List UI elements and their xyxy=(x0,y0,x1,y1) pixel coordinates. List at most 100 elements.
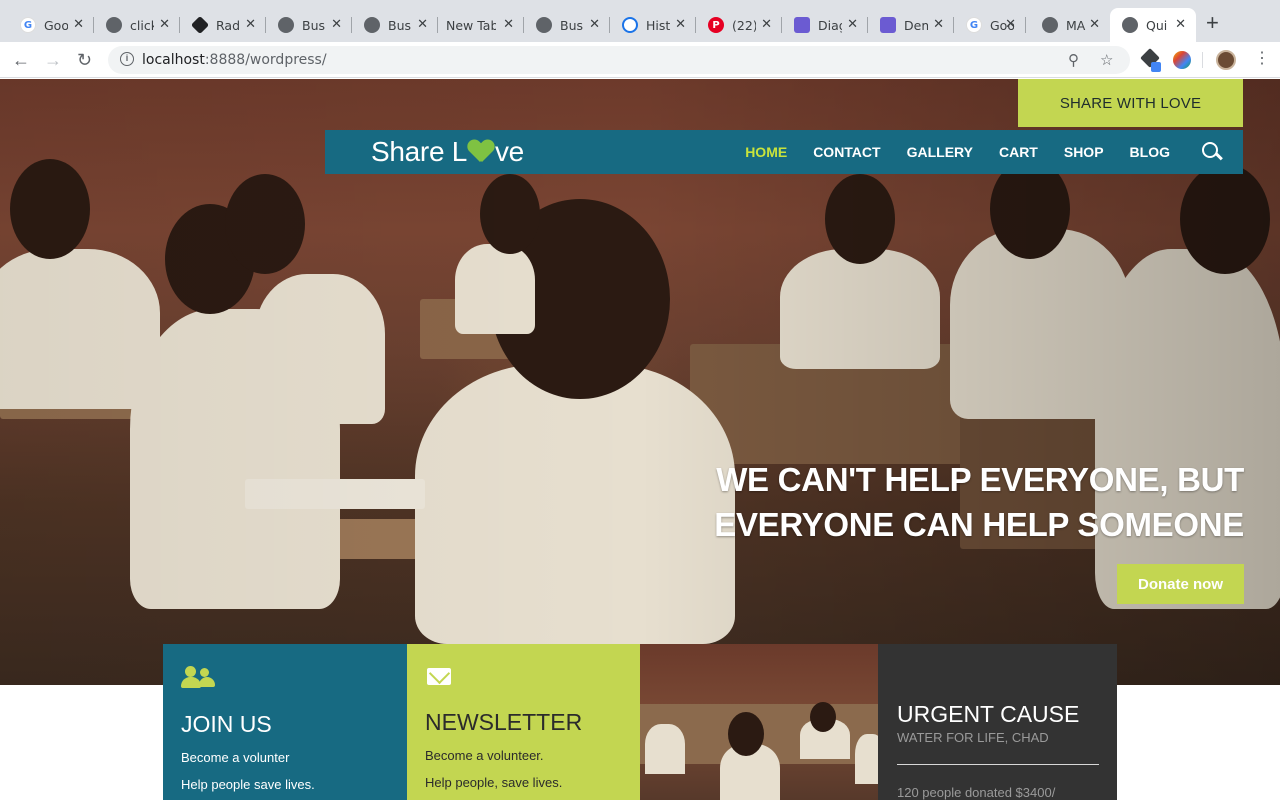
nav-cart[interactable]: CART xyxy=(986,144,1051,160)
back-arrow-icon[interactable]: ← xyxy=(12,50,30,70)
join-us-title: JOIN US xyxy=(181,711,272,737)
close-tab-icon[interactable]: ✕ xyxy=(589,17,600,32)
browser-tab-strip: G Goo ✕ click ✕ Rad ✕ Bus ✕ Bus ✕ New Ta… xyxy=(0,0,1280,42)
google-icon: G xyxy=(20,17,36,33)
close-tab-icon[interactable]: ✕ xyxy=(933,17,944,32)
zoom-icon[interactable]: ⚲ xyxy=(1068,51,1079,69)
history-icon xyxy=(622,17,638,33)
browser-tab[interactable]: Hist ✕ xyxy=(610,8,696,42)
browser-tab[interactable]: G Goo ✕ xyxy=(954,8,1026,42)
browser-tab[interactable]: G Goo ✕ xyxy=(8,8,94,42)
close-tab-icon[interactable]: ✕ xyxy=(1005,17,1016,32)
nav-blog[interactable]: BLOG xyxy=(1117,144,1183,160)
tab-title: Qui xyxy=(1146,17,1168,33)
tab-title: Goo xyxy=(44,17,68,33)
hero-headline: WE CAN'T HELP EVERYONE, BUT EVERYONE CAN… xyxy=(684,457,1244,547)
logo-text-end: ve xyxy=(494,136,524,167)
nav-gallery[interactable]: GALLERY xyxy=(894,144,986,160)
join-us-text-2: Help people save lives. xyxy=(181,777,315,792)
close-tab-icon[interactable]: ✕ xyxy=(159,17,170,32)
menu-kebab-icon[interactable]: ⋮ xyxy=(1254,50,1270,68)
extension-color-icon[interactable] xyxy=(1173,51,1191,69)
newsletter-text-1: Become a volunteer. xyxy=(425,748,544,763)
browser-tab[interactable]: MA ✕ xyxy=(1030,8,1110,42)
close-tab-icon[interactable]: ✕ xyxy=(73,17,84,32)
browser-tab[interactable]: click ✕ xyxy=(94,8,180,42)
nav-contact[interactable]: CONTACT xyxy=(800,144,893,160)
envelope-icon xyxy=(427,668,451,685)
url-text[interactable]: localhost:8888/wordpress/ xyxy=(142,52,327,68)
search-icon[interactable] xyxy=(1189,130,1233,174)
globe-icon xyxy=(106,17,122,33)
browser-tab[interactable]: Bus ✕ xyxy=(266,8,352,42)
newsletter-text-2: Help people, save lives. xyxy=(425,775,563,790)
newsletter-title: NEWSLETTER xyxy=(425,709,583,735)
tab-title: Hist xyxy=(646,17,670,33)
browser-tab[interactable]: Bus ✕ xyxy=(524,8,610,42)
globe-icon xyxy=(364,17,380,33)
headline-line-2: EVERYONE CAN HELP SOMEONE xyxy=(714,506,1244,543)
browser-tab[interactable]: Diag ✕ xyxy=(782,8,868,42)
radix-icon xyxy=(190,15,210,35)
heart-icon xyxy=(468,140,494,164)
tab-title: Diag xyxy=(818,17,842,33)
diagram-icon xyxy=(794,17,810,33)
tab-title: Bus xyxy=(302,17,326,33)
browser-tab[interactable]: Rad ✕ xyxy=(180,8,266,42)
close-tab-icon[interactable]: ✕ xyxy=(1089,17,1100,32)
close-tab-icon[interactable]: ✕ xyxy=(417,17,428,32)
bookmark-star-icon[interactable]: ☆ xyxy=(1100,51,1113,69)
pinterest-icon: P xyxy=(708,17,724,33)
globe-icon xyxy=(278,17,294,33)
headline-line-1: WE CAN'T HELP EVERYONE, BUT xyxy=(716,461,1244,498)
globe-icon xyxy=(536,17,552,33)
close-tab-icon[interactable]: ✕ xyxy=(331,17,342,32)
newsletter-box[interactable]: NEWSLETTER Become a volunteer. Help peop… xyxy=(407,644,640,800)
urgent-cause-box[interactable]: URGENT CAUSE WATER FOR LIFE, CHAD 120 pe… xyxy=(878,644,1117,800)
tab-title: MA xyxy=(1066,17,1086,33)
users-icon xyxy=(181,666,215,688)
forward-arrow-icon[interactable]: → xyxy=(44,50,62,70)
address-bar[interactable]: i localhost:8888/wordpress/ ⚲ ☆ xyxy=(108,46,1130,74)
close-tab-icon[interactable]: ✕ xyxy=(1175,17,1186,32)
close-tab-icon[interactable]: ✕ xyxy=(761,17,772,32)
logo-text-start: Share L xyxy=(371,136,467,167)
profile-avatar[interactable] xyxy=(1216,50,1236,70)
primary-menu: HOME CONTACT GALLERY CART SHOP BLOG xyxy=(732,130,1243,174)
close-tab-icon[interactable]: ✕ xyxy=(245,17,256,32)
tab-title: Rad xyxy=(216,17,240,33)
browser-tab[interactable]: P (22) ✕ xyxy=(696,8,782,42)
browser-tab[interactable]: New Tab ✕ xyxy=(438,8,524,42)
urgent-divider xyxy=(897,764,1099,765)
join-us-box[interactable]: JOIN US Become a volunter Help people sa… xyxy=(163,644,407,800)
share-with-love-button[interactable]: SHARE WITH LOVE xyxy=(1018,79,1243,127)
urgent-donation-stat: 120 people donated $3400/ xyxy=(897,785,1056,800)
urgent-cause-subtitle: WATER FOR LIFE, CHAD xyxy=(897,730,1049,745)
site-logo[interactable]: Share L ve xyxy=(371,136,524,168)
tab-title: Bus xyxy=(388,17,412,33)
google-icon: G xyxy=(966,17,982,33)
tab-title: Dem xyxy=(904,17,928,33)
browser-tab[interactable]: Dem ✕ xyxy=(868,8,954,42)
tab-title: (22) xyxy=(732,17,756,33)
close-tab-icon[interactable]: ✕ xyxy=(675,17,686,32)
nav-shop[interactable]: SHOP xyxy=(1051,144,1117,160)
browser-tab-active[interactable]: Qui ✕ xyxy=(1110,8,1196,42)
github-icon xyxy=(1122,17,1138,33)
donate-now-button[interactable]: Donate now xyxy=(1117,564,1244,604)
join-us-text-1: Become a volunter xyxy=(181,750,290,765)
browser-tab[interactable]: Bus ✕ xyxy=(352,8,438,42)
classroom-photo xyxy=(640,644,878,800)
extension-badge-icon xyxy=(1151,62,1161,72)
main-navbar: Share L ve HOME CONTACT GALLERY CART SHOP… xyxy=(325,130,1243,174)
site-info-icon[interactable]: i xyxy=(120,52,134,66)
close-tab-icon[interactable]: ✕ xyxy=(847,17,858,32)
reload-icon[interactable]: ↻ xyxy=(77,50,92,70)
toolbar-divider xyxy=(1202,52,1203,68)
github-icon xyxy=(1042,17,1058,33)
urgent-cause-title: URGENT CAUSE xyxy=(897,701,1080,727)
nav-home[interactable]: HOME xyxy=(732,144,800,160)
close-tab-icon[interactable]: ✕ xyxy=(503,17,514,32)
new-tab-button[interactable]: + xyxy=(1206,12,1219,34)
tab-title: Bus xyxy=(560,17,584,33)
